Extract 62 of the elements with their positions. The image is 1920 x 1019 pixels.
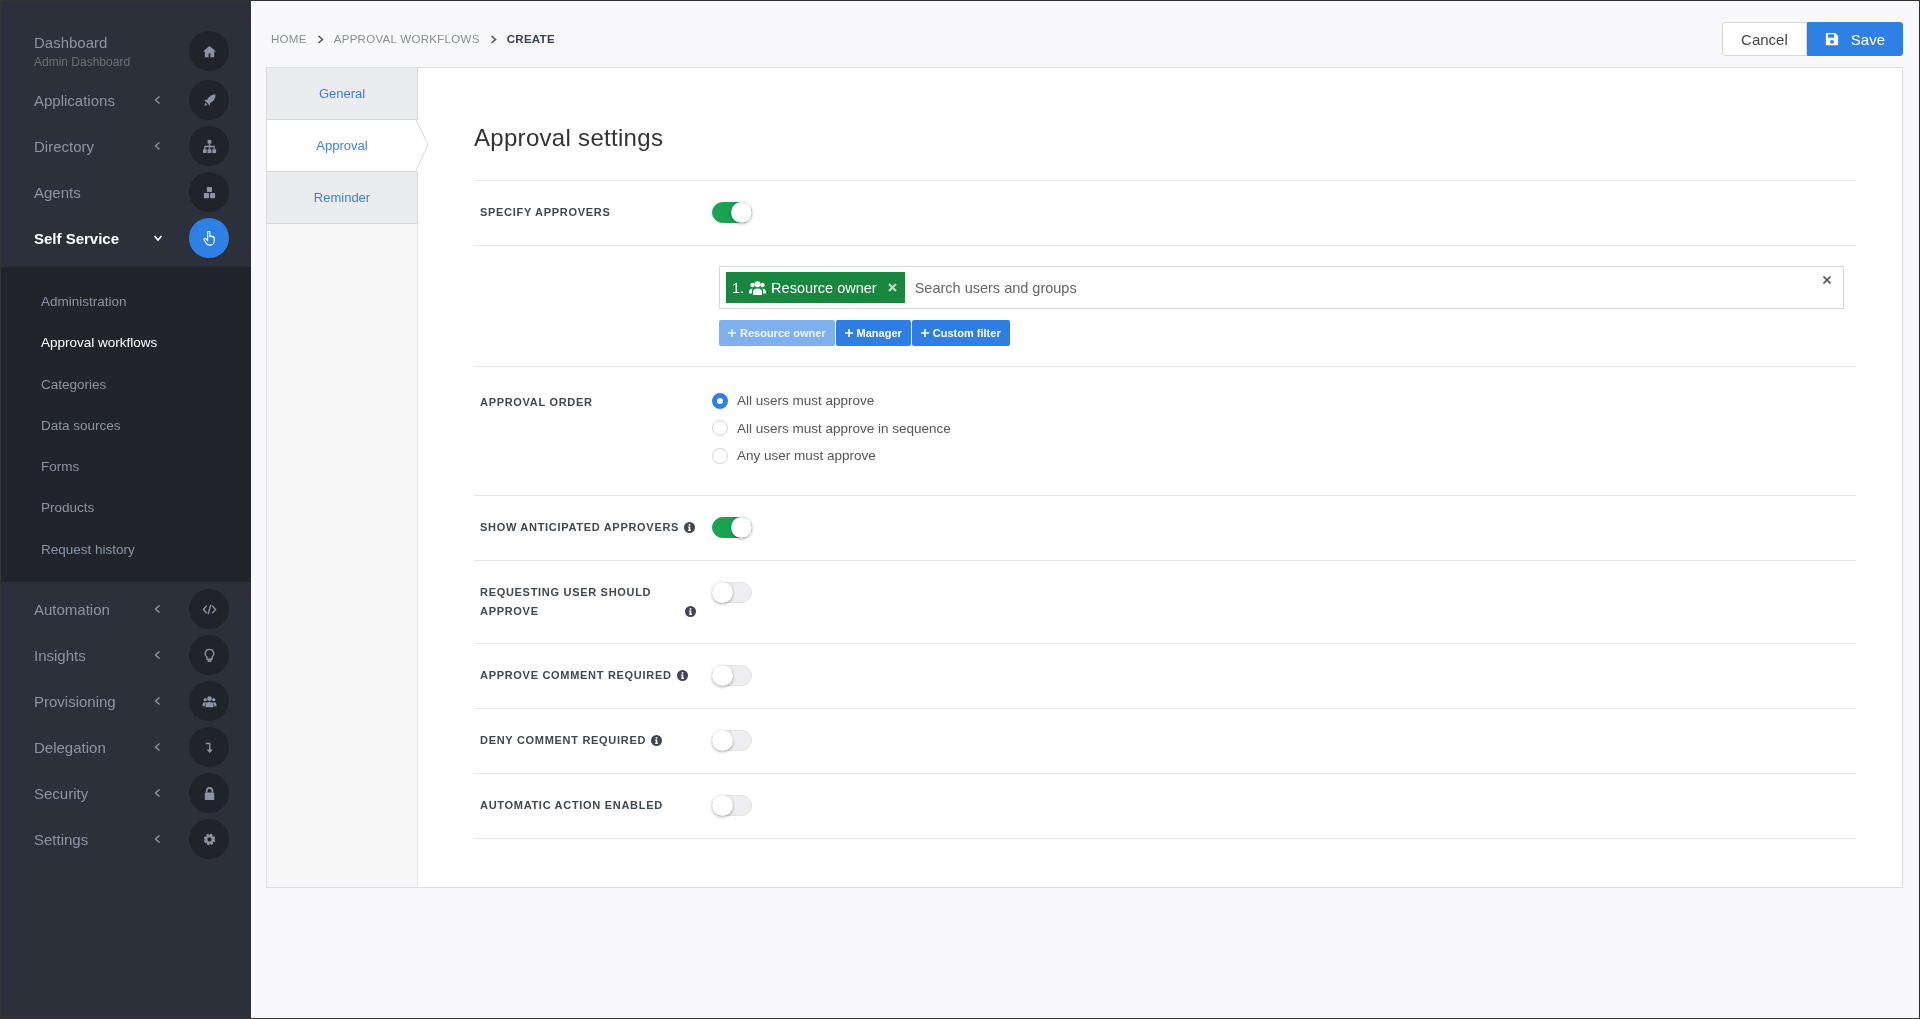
tab[interactable]: Reminder <box>267 172 418 224</box>
plus-icon <box>920 329 929 337</box>
radio-label[interactable]: All users must approve <box>737 393 875 409</box>
setting-label: APPROVAL ORDER <box>480 395 593 410</box>
home-icon[interactable] <box>189 31 229 71</box>
nav-link[interactable]: Security <box>34 784 153 802</box>
setting-label: REQUESTING USER SHOULD APPROVE <box>480 584 653 619</box>
setting-label: DENY COMMENT REQUIRED <box>480 732 647 748</box>
breadcrumb-current: CREATE <box>506 33 555 45</box>
rocket-icon[interactable] <box>189 80 229 120</box>
setting-label: SPECIFY APPROVERS <box>480 205 611 220</box>
nav-link[interactable]: Delegation <box>34 738 153 756</box>
submenu-link[interactable]: Categories <box>1 363 107 405</box>
nav-link[interactable]: Dashboard <box>34 33 153 51</box>
lightbulb-icon[interactable] <box>189 635 229 676</box>
nav-link[interactable]: Automation <box>34 600 153 618</box>
clear-icon[interactable] <box>1823 276 1831 284</box>
sitemap-icon[interactable] <box>189 126 229 166</box>
nav-link[interactable]: Self Service <box>34 229 153 247</box>
remove-icon[interactable] <box>887 283 897 292</box>
setting-label: AUTOMATIC ACTION ENABLED <box>480 797 663 813</box>
cubes-icon[interactable] <box>189 172 229 212</box>
nav-link[interactable]: Insights <box>34 646 153 664</box>
lock-icon[interactable] <box>189 773 229 814</box>
cancel-button[interactable]: Cancel <box>1722 22 1807 56</box>
submenu-link[interactable]: Data sources <box>1 404 121 447</box>
toggle-switch[interactable] <box>712 202 752 223</box>
pointer-hand-icon[interactable] <box>189 218 229 258</box>
submenu-link[interactable]: Approval workflows <box>1 322 158 364</box>
add-approver-button[interactable]: Manager <box>835 320 911 346</box>
nav-link[interactable]: Provisioning <box>34 692 153 710</box>
approver-tag[interactable]: 1. Resource owner <box>726 272 905 303</box>
save-button[interactable]: Save <box>1806 22 1903 56</box>
users-icon[interactable] <box>189 681 229 722</box>
chevron-right-icon <box>489 34 497 44</box>
gear-icon[interactable] <box>189 819 229 860</box>
approver-search-field[interactable]: 1. Resource owner Search users and groups <box>719 266 1844 309</box>
radio-label[interactable]: All users must approve in sequence <box>737 420 951 436</box>
nav-link[interactable]: Applications <box>34 91 153 109</box>
add-approver-button[interactable]: Custom filter <box>911 320 1010 346</box>
submenu-link[interactable]: Products <box>1 487 95 529</box>
toggle-switch[interactable] <box>712 516 752 538</box>
tab[interactable]: General <box>267 68 418 120</box>
chevron-right-icon <box>316 34 324 44</box>
nav-subtitle: Admin Dashboard <box>34 54 131 69</box>
nav-link[interactable]: Settings <box>34 830 153 848</box>
nav-link[interactable]: Agents <box>34 183 153 201</box>
breadcrumb-link[interactable]: HOME <box>271 33 307 45</box>
breadcrumb-link[interactable]: APPROVAL WORKFLOWS <box>333 33 480 45</box>
radio-label[interactable]: Any user must approve <box>737 448 876 464</box>
radio-button[interactable] <box>712 392 728 409</box>
section-title: Approval settings <box>474 123 664 153</box>
setting-label: SHOW ANTICIPATED APPROVERS <box>480 519 680 535</box>
submenu-link[interactable]: Administration <box>1 281 127 323</box>
plus-icon <box>728 329 736 337</box>
code-icon[interactable] <box>189 589 229 630</box>
users-icon <box>749 280 767 295</box>
nav-link[interactable]: Directory <box>34 137 153 155</box>
setting-label: APPROVE COMMENT REQUIRED <box>480 667 672 683</box>
submenu-link[interactable]: Request history <box>1 528 135 571</box>
submenu-link[interactable]: Forms <box>1 446 80 488</box>
plus-icon <box>844 329 853 337</box>
